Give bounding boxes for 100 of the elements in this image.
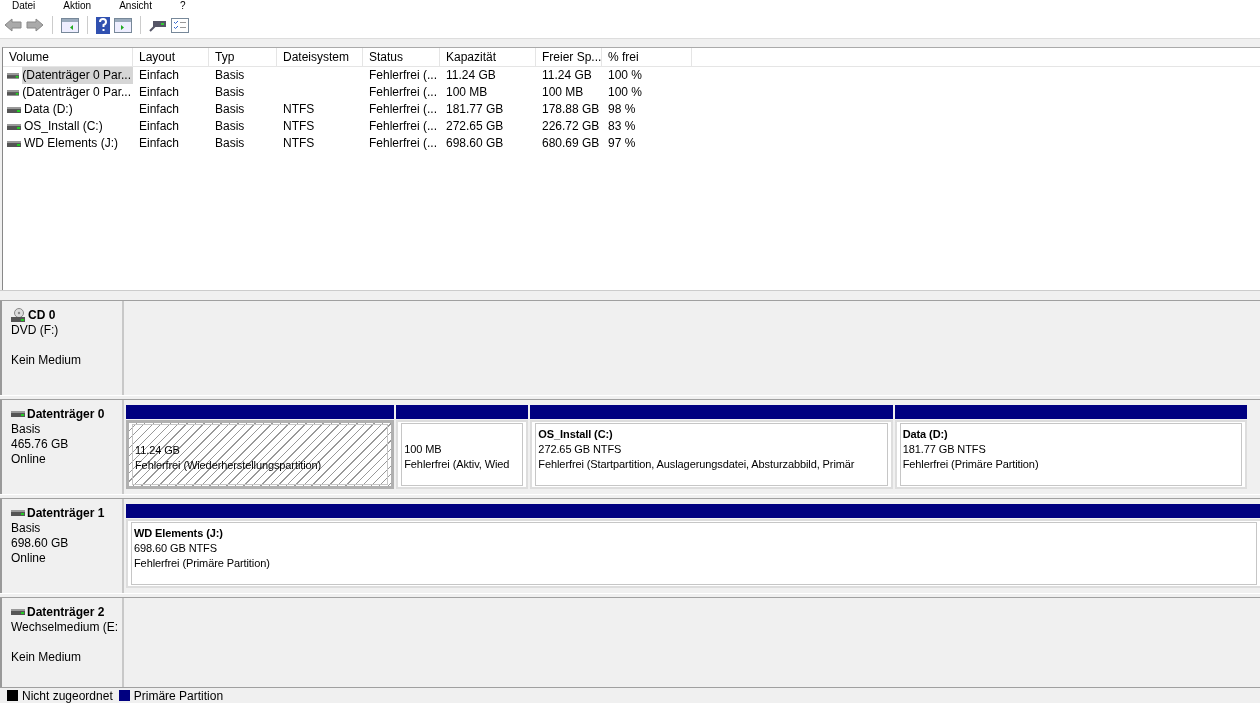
column-header[interactable]: Volume [3,48,133,66]
table-cell: NTFS [283,119,315,133]
table-cell: Einfach [139,85,180,99]
column-header[interactable]: Typ [209,48,277,66]
table-cell: Basis [215,68,245,82]
column-header[interactable]: Layout [133,48,209,66]
menu-item[interactable]: Ansicht [117,0,154,12]
table-cell: Fehlerfrei (... [369,85,437,99]
table-cell: NTFS [283,102,315,116]
table-cell: Fehlerfrei (... [369,136,437,150]
table-cell: Fehlerfrei (... [369,119,437,133]
column-header[interactable]: Dateisystem [277,48,363,66]
partition-size: 100 MB [404,443,442,455]
drive-icon [11,509,25,517]
forward-arrow-icon[interactable] [26,18,44,32]
partition-block[interactable]: OS_Install (C:) 272.65 GB NTFS Fehlerfrei (Startpartition, Auslagerungsdatei, Absturzabbild, Primär [530,420,893,489]
partition-title: OS_Install (C:) [538,428,613,440]
table-cell: Einfach [139,102,180,116]
table-cell: 100 MB [542,85,584,99]
volume-name[interactable]: WD Elements (J:) [24,135,120,152]
table-cell: 100 MB [446,85,488,99]
drive-icon [7,71,20,80]
optical-drive-icon [11,307,26,323]
console-tree-icon[interactable] [61,17,79,33]
disk-size: 465.76 GB [11,437,70,452]
table-cell: Basis [215,85,245,99]
table-cell: 83 % [608,119,636,133]
table-cell: Einfach [139,119,180,133]
disk-type: Basis [11,422,42,437]
action-pane-icon[interactable] [114,17,132,33]
column-header[interactable]: Kapazität [440,48,536,66]
drive-icon [11,410,25,418]
menu-item[interactable]: Datei [10,0,38,12]
help-icon[interactable] [96,16,110,34]
table-cell: 272.65 GB [446,119,504,133]
disk-name[interactable]: Datenträger 1 [27,506,105,520]
table-cell: Einfach [139,68,180,82]
table-cell: Fehlerfrei (... [369,68,437,82]
volume-name[interactable]: Data (D:) [24,101,75,118]
partition-status: Fehlerfrei (Primäre Partition) [134,557,270,569]
disk-name[interactable]: Datenträger 2 [27,605,105,619]
drive-icon [7,88,20,97]
partition-size: 698.60 GB NTFS [134,542,217,554]
legend-label: Primäre Partition [133,688,224,703]
disk-status: Online [11,551,47,566]
partition-size: 272.65 GB NTFS [538,443,622,455]
table-cell: Einfach [139,136,180,150]
partition-size: 181.77 GB NTFS [902,443,986,455]
table-cell: 97 % [608,136,636,150]
drive-icon [7,139,21,148]
volume-name[interactable]: (Datenträger 0 Par... [22,67,133,84]
partition-status: Fehlerfrei (Primäre Partition) [902,458,1039,470]
partition-title: Data (D:) [902,428,948,440]
drive-icon [7,105,21,114]
table-cell: 11.24 GB [542,68,592,82]
table-cell: 181.77 GB [446,102,504,116]
table-cell: NTFS [283,136,315,150]
disk-status: Kein Medium [11,353,83,368]
table-cell: 98 % [608,102,636,116]
disk-type: Basis [11,521,42,536]
table-cell: 226.72 GB [542,119,600,133]
partition-status: Fehlerfrei (Wiederherstellungspartition) [135,459,322,471]
column-header[interactable]: Freier Sp... [536,48,602,66]
legend-label: Nicht zugeordnet [22,688,113,703]
disk-status: Kein Medium [11,650,83,665]
disk-status: Online [11,452,47,467]
table-cell: 680.69 GB [542,136,600,150]
table-cell: 100 % [608,85,643,99]
table-cell: Basis [215,102,245,116]
disk-size: 698.60 GB [11,536,70,551]
disk-type: DVD (F:) [11,323,60,338]
menu-item[interactable]: Aktion [61,0,94,12]
table-cell: 100 % [608,68,643,82]
partition-block[interactable]: Data (D:) 181.77 GB NTFS Fehlerfrei (Primäre Partition) [894,420,1247,489]
table-cell: Basis [215,119,245,133]
column-header[interactable]: Status [363,48,440,66]
disk-name[interactable]: CD 0 [28,308,56,322]
partition-block[interactable]: 100 MB Fehlerfrei (Aktiv, Wied [396,420,529,489]
table-cell: 178.88 GB [542,102,600,116]
checklist-icon[interactable] [171,17,189,33]
drive-icon [7,122,21,131]
partition-block[interactable]: 11.24 GB Fehlerfrei (Wiederherstellungspartition) [126,420,395,489]
partition-block[interactable]: WD Elements (J:) 698.60 GB NTFS Fehlerfrei (Primäre Partition) [126,519,1260,588]
table-cell: Fehlerfrei (... [369,102,437,116]
back-arrow-icon[interactable] [4,18,22,32]
disk-type: Wechselmedium (E: [11,620,120,635]
disk-name[interactable]: Datenträger 0 [27,407,105,421]
partition-title: WD Elements (J:) [134,527,223,539]
drive-connect-icon[interactable] [149,18,167,32]
table-cell: 11.24 GB [446,68,496,82]
column-header[interactable]: % frei [602,48,692,66]
volume-name[interactable]: OS_Install (C:) [24,118,105,135]
partition-status: Fehlerfrei (Startpartition, Auslagerungsdatei, Absturzabbild, Primär [538,458,855,470]
table-cell: Basis [215,136,245,150]
partition-size: 11.24 GB [135,444,180,456]
volume-name[interactable]: (Datenträger 0 Par... [22,84,133,101]
table-cell: 698.60 GB [446,136,504,150]
menu-item[interactable]: ? [177,0,188,12]
partition-status: Fehlerfrei (Aktiv, Wied [404,458,510,470]
drive-icon [11,608,25,616]
